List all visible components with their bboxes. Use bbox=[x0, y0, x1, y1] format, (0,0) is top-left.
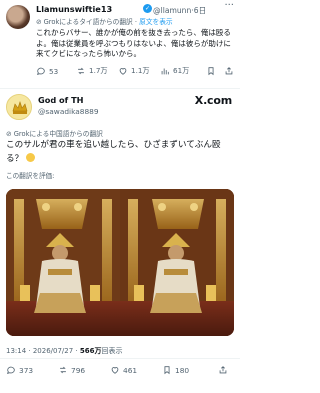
repost-icon bbox=[78, 67, 84, 75]
tweet-photo[interactable] bbox=[6, 189, 234, 336]
action-bar: 373 796 461 180 bbox=[6, 365, 234, 379]
more-icon[interactable]: ··· bbox=[224, 0, 234, 11]
author-handle[interactable]: @sawadika8889 bbox=[38, 107, 99, 116]
view-count: 566万 bbox=[79, 347, 102, 355]
share-icon bbox=[225, 67, 233, 75]
rate-translation-link[interactable]: この翻訳を評価: bbox=[6, 170, 54, 180]
bookmark-icon bbox=[164, 366, 170, 375]
repost-button[interactable]: 796 bbox=[58, 365, 85, 375]
grok-icon: ⊘ bbox=[6, 130, 14, 138]
timestamp[interactable]: 13:14 · 2026/07/27 · bbox=[6, 347, 80, 355]
author-name[interactable]: God of TH bbox=[38, 95, 84, 105]
bookmark-icon bbox=[208, 67, 214, 76]
share-button[interactable] bbox=[224, 66, 234, 76]
reply-icon bbox=[6, 366, 15, 374]
author-handle[interactable]: @llamunn·6日 bbox=[153, 5, 206, 16]
repost-button[interactable]: 1.7万 bbox=[76, 66, 108, 76]
bookmark-button[interactable] bbox=[206, 66, 216, 76]
heart-icon bbox=[119, 68, 127, 75]
like-button[interactable]: 461 bbox=[110, 365, 137, 375]
avatar[interactable] bbox=[6, 94, 32, 120]
translation-note: ⊘ Grokによるタイ語からの翻訳 · 原文を表示 bbox=[36, 18, 173, 26]
show-original-link[interactable]: 原文を表示 bbox=[139, 18, 172, 26]
repost-icon bbox=[60, 366, 66, 374]
share-button[interactable] bbox=[218, 365, 228, 375]
tweet-text: このサルが君の車を追い越したら、ひざまずいてぶん殴る？ bbox=[6, 140, 221, 164]
verified-badge-icon: ✓ bbox=[143, 4, 152, 13]
like-button[interactable]: 1.1万 bbox=[118, 66, 150, 76]
avatar[interactable] bbox=[6, 5, 30, 29]
reply-tweet[interactable]: Llamunswiftie13 ✓ @llamunn·6日 ··· ⊘ Grokに… bbox=[0, 0, 240, 86]
divider bbox=[0, 88, 240, 89]
tweet-meta: 13:14 · 2026/07/27 · 566万回表示 bbox=[6, 347, 123, 355]
crown-avatar-icon bbox=[7, 95, 31, 119]
grok-icon: ⊘ bbox=[36, 18, 42, 26]
heart-icon bbox=[111, 367, 119, 374]
views-button[interactable]: 61万 bbox=[160, 66, 189, 76]
bookmark-button[interactable]: 180 bbox=[162, 365, 189, 375]
tweet-text: これからバサー、誰かが俺の前を抜き去ったら、俺は殴るよ。俺は従業員を呼ぶつもりは… bbox=[36, 28, 231, 58]
action-bar: 53 1.7万 1.1万 61万 bbox=[36, 66, 236, 80]
x-logo[interactable]: X.com bbox=[195, 94, 232, 107]
reply-button[interactable]: 53 bbox=[36, 66, 58, 76]
reply-icon bbox=[36, 67, 45, 75]
thinking-emoji-icon bbox=[25, 152, 35, 162]
ceremony-photo bbox=[6, 189, 234, 336]
author-name[interactable]: Llamunswiftie13 bbox=[36, 4, 112, 14]
translation-note: ⊘ Grokによる中国語からの翻訳 bbox=[6, 130, 103, 138]
divider bbox=[0, 358, 240, 359]
share-icon bbox=[219, 366, 227, 374]
reply-button[interactable]: 373 bbox=[6, 365, 33, 375]
views-icon bbox=[161, 68, 169, 75]
